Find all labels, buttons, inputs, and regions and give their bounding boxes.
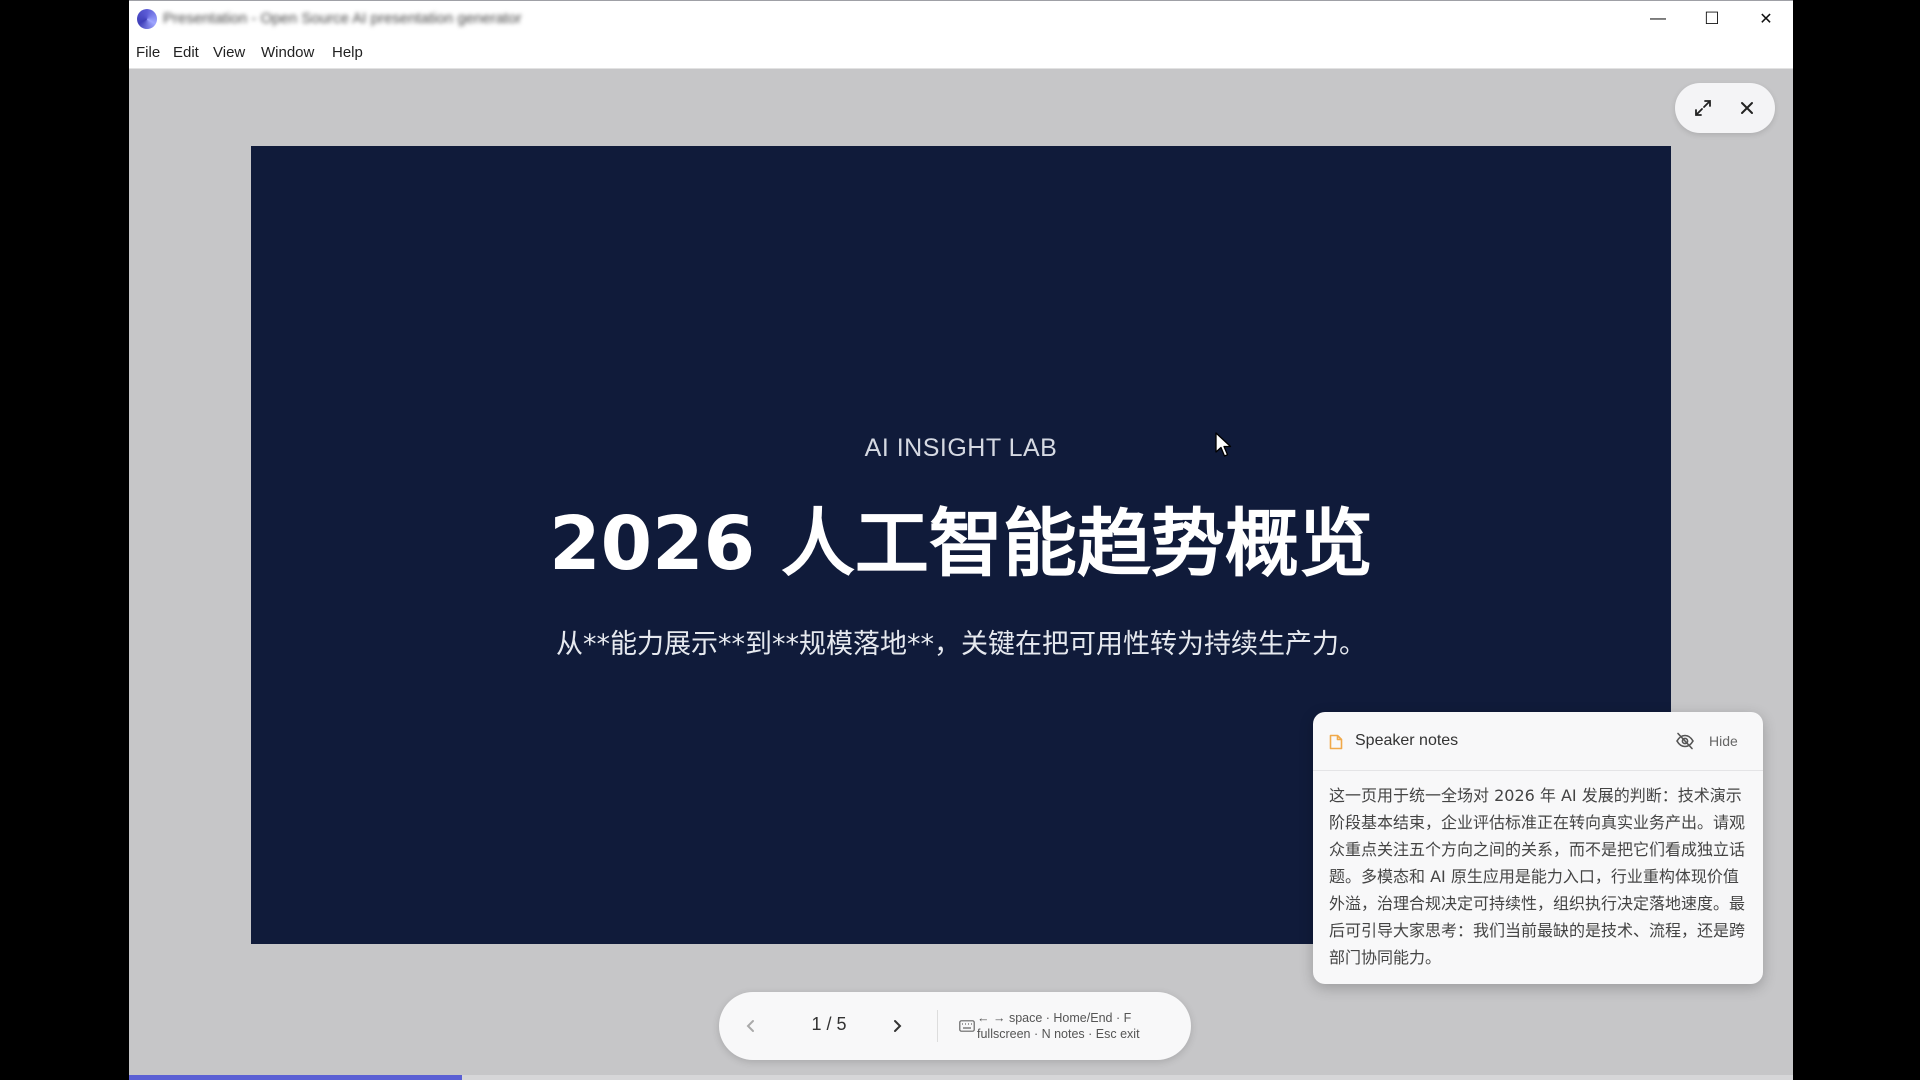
menu-bar: File Edit View Window Help [129, 36, 1793, 69]
notes-title: Speaker notes [1355, 732, 1459, 749]
menu-edit[interactable]: Edit [173, 44, 199, 61]
progress-fill [129, 1075, 462, 1080]
page-indicator: 1 / 5 [811, 1014, 847, 1034]
chevron-left-icon [746, 1020, 754, 1032]
menu-view[interactable]: View [213, 44, 245, 61]
minimize-button[interactable]: — [1631, 1, 1685, 37]
window-title: Presentation - Open Source AI presentati… [163, 10, 522, 27]
eye-off-icon[interactable] [1675, 732, 1695, 750]
prev-slide-button[interactable] [737, 1012, 765, 1040]
close-icon [1741, 102, 1753, 114]
slide-navigator: 1 / 5 ← → space · Home/End · F fullscree… [719, 992, 1191, 1060]
next-slide-button[interactable] [883, 1012, 911, 1040]
menu-window[interactable]: Window [261, 44, 314, 61]
presentation-controls [1675, 83, 1775, 133]
maximize-button[interactable]: ☐ [1685, 1, 1739, 37]
nav-divider [937, 1010, 938, 1042]
hide-notes-button[interactable]: Hide [1709, 733, 1738, 749]
keyboard-hint: ← → space · Home/End · F fullscreen · N … [977, 1011, 1140, 1041]
window-close-button[interactable]: ✕ [1739, 1, 1793, 37]
title-bar: Presentation - Open Source AI presentati… [129, 0, 1793, 37]
app-window: Presentation - Open Source AI presentati… [129, 0, 1793, 1080]
fullscreen-button[interactable] [1689, 94, 1717, 122]
notes-icon [1329, 734, 1343, 750]
keyboard-icon [959, 1020, 975, 1032]
notes-header: Speaker notes Hide [1313, 712, 1763, 771]
progress-bar [129, 1075, 1793, 1080]
notes-body: 这一页用于统一全场对 2026 年 AI 发展的判断：技术演示阶段基本结束，企业… [1329, 786, 1746, 967]
chevron-right-icon [894, 1020, 902, 1032]
exit-presentation-button[interactable] [1733, 94, 1761, 122]
slide-title: 2026 人工智能趋势概览 [549, 501, 1373, 587]
menu-file[interactable]: File [136, 44, 160, 61]
mouse-cursor-icon [1215, 432, 1232, 457]
slide-brand: AI INSIGHT LAB [864, 434, 1058, 462]
fullscreen-icon [1695, 100, 1711, 116]
slide-subtitle: 从**能力展示**到**规模落地**，关键在把可用性转为持续生产力。 [556, 629, 1366, 660]
app-logo-icon [137, 9, 157, 29]
speaker-notes-panel: Speaker notes Hide 这一页用于统一全场对 2026 年 AI … [1313, 712, 1763, 984]
menu-help[interactable]: Help [332, 44, 363, 61]
